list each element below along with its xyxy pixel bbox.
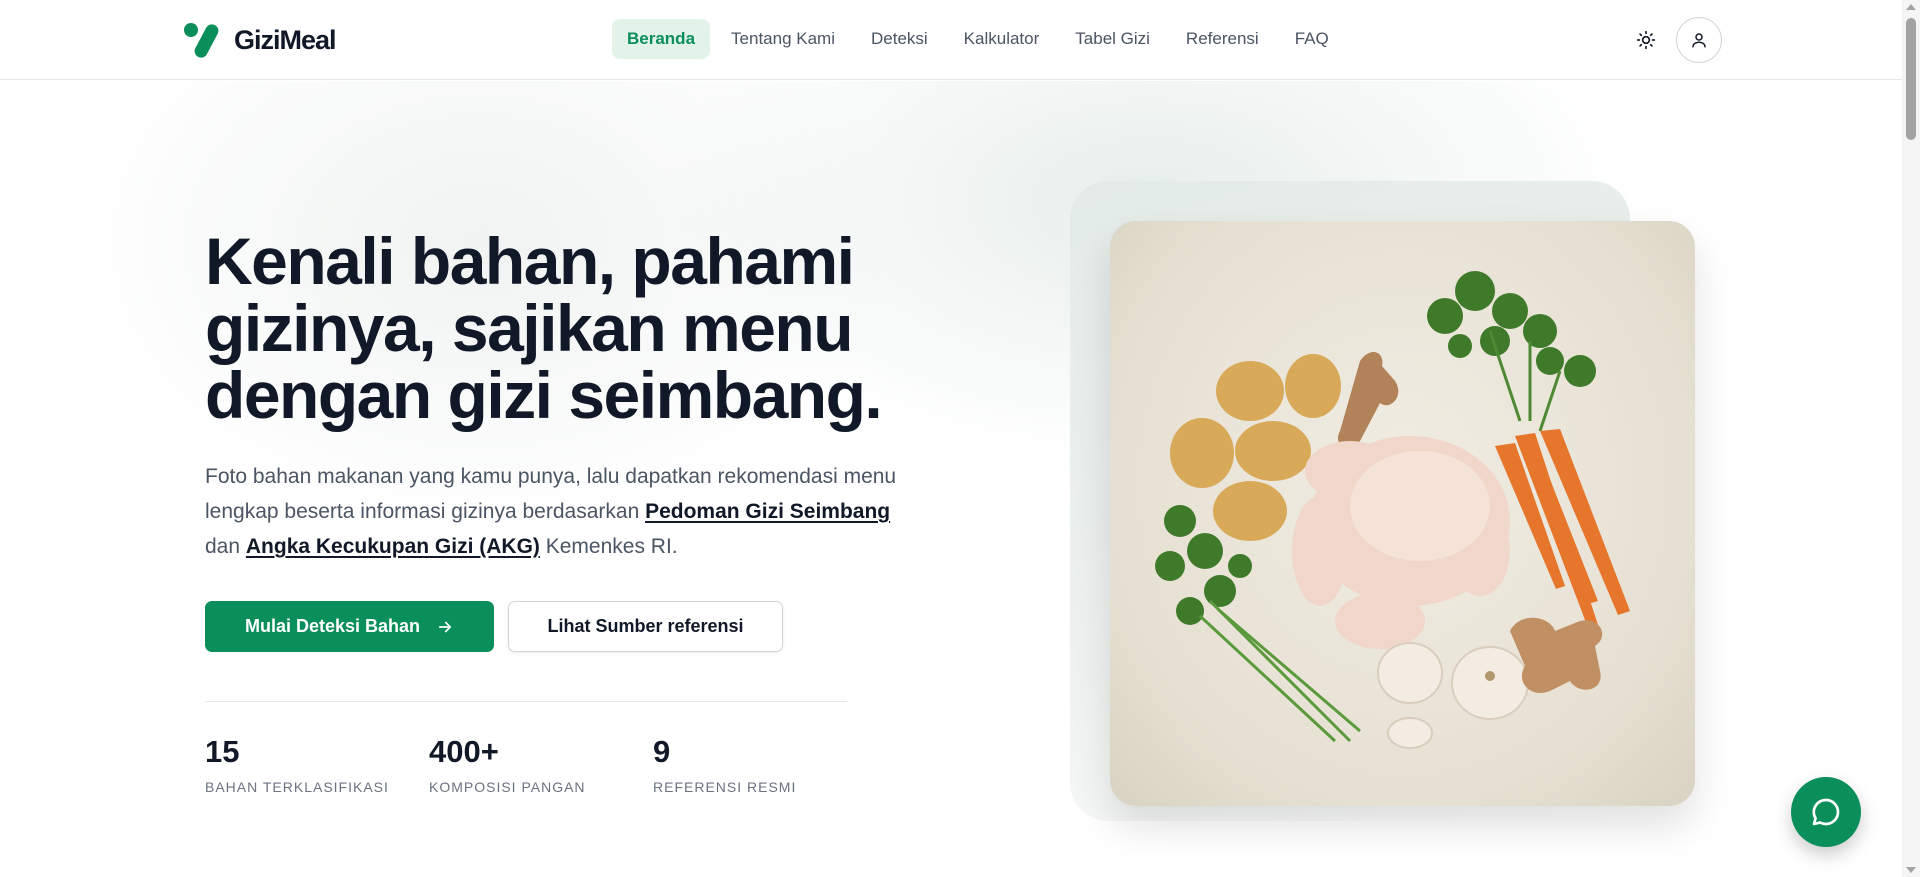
view-references-button[interactable]: Lihat Sumber referensi: [508, 601, 783, 652]
stat-label: KOMPOSISI PANGAN: [429, 779, 586, 795]
top-navbar: GiziMeal Beranda Tentang Kami Deteksi Ka…: [0, 0, 1902, 80]
nav-item-referensi[interactable]: Referensi: [1171, 19, 1274, 59]
nav-item-tentang-kami[interactable]: Tentang Kami: [716, 19, 850, 59]
stat-bahan: 15 BAHAN TERKLASIFIKASI: [205, 733, 389, 795]
stat-value: 15: [205, 734, 240, 769]
stat-referensi: 9 REFERENSI RESMI: [653, 733, 796, 795]
page-scrollbar[interactable]: [1902, 0, 1920, 877]
view-references-label: Lihat Sumber referensi: [547, 616, 744, 636]
main-nav: Beranda Tentang Kami Deteksi Kalkulator …: [612, 19, 1344, 59]
user-account-button[interactable]: [1676, 17, 1722, 63]
stat-value: 9: [653, 734, 671, 769]
hero-food-image: [1110, 221, 1695, 806]
nav-item-beranda[interactable]: Beranda: [612, 19, 711, 59]
scroll-up-icon[interactable]: [1906, 4, 1916, 10]
hero-desc-text-2: dan: [205, 535, 246, 558]
user-icon: [1692, 33, 1706, 48]
chat-bubble-icon: [1812, 798, 1840, 826]
theme-toggle-button[interactable]: [1630, 24, 1662, 56]
nav-item-tabel-gizi[interactable]: Tabel Gizi: [1060, 19, 1165, 59]
arrow-right-icon: [438, 621, 452, 632]
hero-title: Kenali bahan, pahami gizinya, sajikan me…: [205, 224, 883, 432]
stat-komposisi: 400+ KOMPOSISI PANGAN: [429, 733, 586, 795]
pedoman-gizi-seimbang-link[interactable]: Pedoman Gizi Seimbang: [645, 500, 890, 523]
stat-label: BAHAN TERKLASIFIKASI: [205, 779, 389, 795]
hero-description: Foto bahan makanan yang kamu punya, lalu…: [205, 459, 905, 564]
logo-mark-icon: [184, 21, 226, 60]
brand-name: GiziMeal: [234, 24, 337, 55]
hero-desc-text-3: Kemenkes RI.: [539, 535, 678, 558]
scroll-thumb[interactable]: [1906, 18, 1916, 140]
scroll-down-icon[interactable]: [1906, 867, 1916, 873]
akg-link[interactable]: Angka Kecukupan Gizi (AKG): [246, 535, 540, 558]
food-ingredients-image: [1155, 271, 1630, 749]
nav-item-deteksi[interactable]: Deteksi: [856, 19, 943, 59]
start-detection-button[interactable]: Mulai Deteksi Bahan: [205, 601, 494, 652]
stat-label: REFERENSI RESMI: [653, 779, 797, 795]
sun-icon: [1636, 30, 1656, 50]
chat-button[interactable]: [1791, 777, 1861, 847]
stats-divider: [205, 701, 847, 702]
nav-item-kalkulator[interactable]: Kalkulator: [949, 19, 1055, 59]
brand-logo[interactable]: GiziMeal: [184, 21, 337, 60]
stat-value: 400+: [429, 734, 499, 769]
nav-item-faq[interactable]: FAQ: [1280, 19, 1344, 59]
start-detection-label: Mulai Deteksi Bahan: [244, 616, 421, 636]
